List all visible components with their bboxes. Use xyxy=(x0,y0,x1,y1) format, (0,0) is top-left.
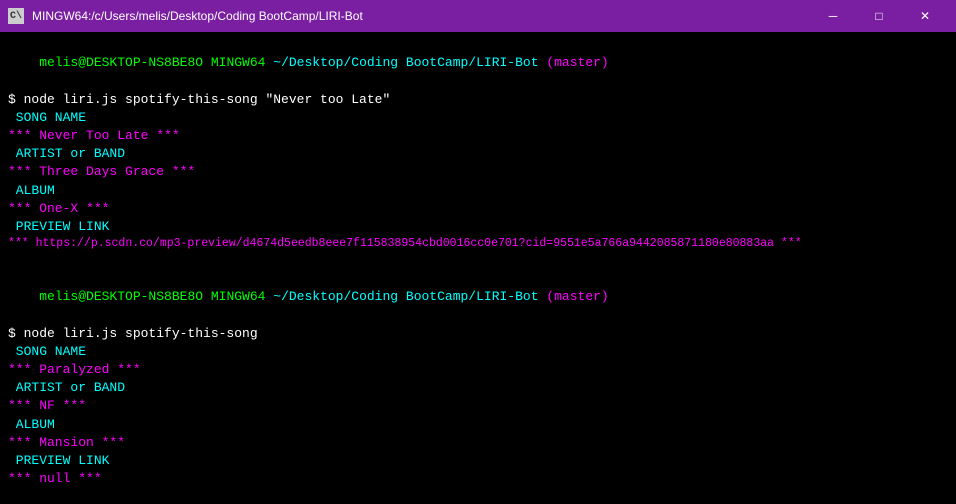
label-preview-2: PREVIEW LINK xyxy=(8,452,948,470)
prompt-line-1: melis@DESKTOP-NS8BE8O MINGW64 ~/Desktop/… xyxy=(8,36,948,91)
value-preview-1: *** https://p.scdn.co/mp3-preview/d4674d… xyxy=(8,236,948,252)
value-preview-2: *** null *** xyxy=(8,470,948,488)
prompt-user-2: melis@DESKTOP-NS8BE8O MINGW64 xyxy=(39,289,265,304)
value-artist-1: *** Three Days Grace *** xyxy=(8,163,948,181)
window-controls: ─ □ ✕ xyxy=(810,0,948,32)
label-album-2: ALBUM xyxy=(8,416,948,434)
value-song-name-2: *** Paralyzed *** xyxy=(8,361,948,379)
terminal-icon: C\ xyxy=(8,8,24,24)
label-album-1: ALBUM xyxy=(8,182,948,200)
label-song-name-1: SONG NAME xyxy=(8,109,948,127)
label-preview-1: PREVIEW LINK xyxy=(8,218,948,236)
prompt-path-2: ~/Desktop/Coding BootCamp/LIRI-Bot xyxy=(265,289,538,304)
terminal-area: melis@DESKTOP-NS8BE8O MINGW64 ~/Desktop/… xyxy=(0,32,956,504)
prompt-line-2: melis@DESKTOP-NS8BE8O MINGW64 ~/Desktop/… xyxy=(8,270,948,325)
prompt-branch-1: (master) xyxy=(539,55,609,70)
label-artist-1: ARTIST or BAND xyxy=(8,145,948,163)
command-line-2: $ node liri.js spotify-this-song xyxy=(8,325,948,343)
close-button[interactable]: ✕ xyxy=(902,0,948,32)
prompt-branch-2: (master) xyxy=(539,289,609,304)
value-album-1: *** One-X *** xyxy=(8,200,948,218)
value-album-2: *** Mansion *** xyxy=(8,434,948,452)
title-bar: C\ MINGW64:/c/Users/melis/Desktop/Coding… xyxy=(0,0,956,32)
label-song-name-2: SONG NAME xyxy=(8,343,948,361)
maximize-button[interactable]: □ xyxy=(856,0,902,32)
minimize-button[interactable]: ─ xyxy=(810,0,856,32)
window-title: MINGW64:/c/Users/melis/Desktop/Coding Bo… xyxy=(32,9,363,23)
value-song-name-1: *** Never Too Late *** xyxy=(8,127,948,145)
command-line-1: $ node liri.js spotify-this-song "Never … xyxy=(8,91,948,109)
value-artist-2: *** NF *** xyxy=(8,397,948,415)
prompt-user-1: melis@DESKTOP-NS8BE8O MINGW64 xyxy=(39,55,265,70)
prompt-path-1: ~/Desktop/Coding BootCamp/LIRI-Bot xyxy=(265,55,538,70)
label-artist-2: ARTIST or BAND xyxy=(8,379,948,397)
